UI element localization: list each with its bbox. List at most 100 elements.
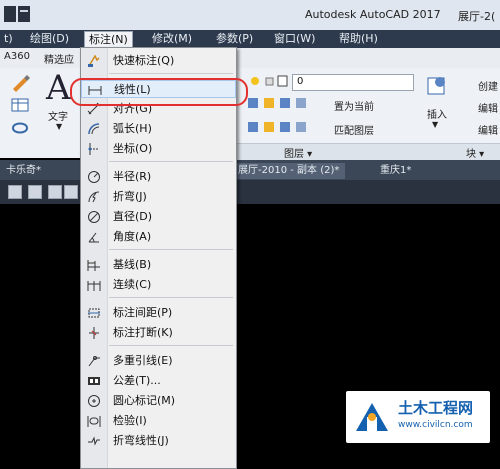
insert-block-icon[interactable]	[426, 74, 448, 98]
menu-item-jogged-linear[interactable]: 折弯线性(J)	[81, 432, 236, 450]
layer-combo[interactable]: 0	[292, 74, 414, 91]
menu-separator	[109, 161, 233, 162]
layer-combo-value: 0	[297, 76, 304, 87]
menu-separator	[109, 73, 233, 74]
viewport-tool-icon[interactable]	[28, 185, 42, 199]
menu-item-label: 公差(T)...	[113, 374, 161, 387]
viewport-tool-icon[interactable]	[48, 185, 62, 199]
menu-item-label: 标注打断(K)	[113, 326, 173, 339]
menu-item-radius[interactable]: 半径(R)	[81, 168, 236, 186]
ribbon-tab-bar: A360 精选应	[0, 48, 500, 69]
text-tool-label[interactable]: 文字	[48, 108, 68, 123]
menu-item-draw[interactable]: 绘图(D)	[26, 32, 73, 46]
block-edit-attr-button[interactable]: 编辑	[478, 122, 498, 137]
block-edit-button[interactable]: 编辑	[478, 100, 498, 115]
table-icon[interactable]	[10, 97, 30, 113]
menu-item-angular[interactable]: 角度(A)	[81, 228, 236, 246]
text-big-icon[interactable]: A	[46, 68, 71, 108]
menu-item-label: 连续(C)	[113, 278, 152, 291]
menu-item-modify[interactable]: 修改(M)	[148, 32, 196, 46]
pencil-icon[interactable]	[10, 72, 30, 92]
baseline-icon	[87, 260, 100, 271]
menu-item-dimension-break[interactable]: 标注打断(K)	[81, 324, 236, 342]
menu-item-label: 标注间距(P)	[113, 306, 173, 319]
quick-access-button[interactable]	[4, 6, 16, 22]
menu-item-arc-length[interactable]: 弧长(H)	[81, 120, 236, 138]
menu-item-label: 坐标(O)	[113, 142, 153, 155]
menu-item-baseline[interactable]: 基线(B)	[81, 256, 236, 274]
menu-item-jogged[interactable]: 折弯(J)	[81, 188, 236, 206]
menu-item-label: 多重引线(E)	[113, 354, 173, 367]
multileader-icon	[88, 356, 100, 367]
menu-item-tools[interactable]: t)	[0, 32, 17, 46]
tolerance-icon	[88, 377, 100, 385]
dimension-menu: 快速标注(Q) 线性(L) 对齐(G) 弧长(H) 坐标(O) 半径(R) 折弯…	[80, 47, 237, 469]
menu-item-quick-dimension[interactable]: 快速标注(Q)	[81, 52, 236, 70]
layer-tools-row1-icons[interactable]	[246, 96, 310, 110]
quick-access-dropdown-icon[interactable]	[18, 6, 30, 22]
menu-item-label: 圆心标记(M)	[113, 394, 176, 407]
radius-icon	[88, 171, 100, 183]
menu-item-ordinate[interactable]: 坐标(O)	[81, 140, 236, 158]
dimension-space-icon	[88, 308, 100, 318]
menu-item-label: 检验(I)	[113, 414, 147, 427]
menu-separator	[109, 345, 233, 346]
center-mark-icon	[88, 395, 100, 407]
menu-item-window[interactable]: 窗口(W)	[270, 32, 319, 46]
block-create-button[interactable]: 创建	[478, 78, 498, 93]
viewport-toolbar	[0, 180, 500, 204]
doc-tab-active[interactable]: 展厅-2010 - 副本 (2)*	[232, 163, 346, 179]
menu-item-help[interactable]: 帮助(H)	[335, 32, 382, 46]
document-tab-bar: 卡乐奇* 展厅-2010 - 副本 (2)* 重庆1*	[0, 160, 500, 180]
set-current-layer-button[interactable]: 置为当前	[334, 98, 374, 113]
block-panel-title[interactable]: 块 ▾	[466, 145, 484, 160]
menu-item-label: 折弯线性(J)	[113, 434, 169, 447]
angular-icon	[88, 232, 99, 243]
doc-tab[interactable]: 卡乐奇*	[0, 163, 47, 179]
menu-item-label: 折弯(J)	[113, 190, 147, 203]
menu-item-continue[interactable]: 连续(C)	[81, 276, 236, 294]
menu-item-label: 直径(D)	[113, 210, 153, 223]
chevron-down-icon[interactable]: ▼	[56, 122, 62, 131]
continue-icon	[87, 281, 101, 291]
app-title: Autodesk AutoCAD 2017	[305, 8, 441, 21]
inspection-icon	[87, 416, 101, 427]
layer-state-icon[interactable]	[10, 118, 30, 136]
highlight-ring	[70, 78, 248, 106]
menu-item-tolerance[interactable]: 公差(T)...	[81, 372, 236, 390]
menu-item-diameter[interactable]: 直径(D)	[81, 208, 236, 226]
menu-item-inspection[interactable]: 检验(I)	[81, 412, 236, 430]
viewport-tool-icon[interactable]	[8, 185, 22, 199]
watermark-title: 土木工程网	[398, 399, 474, 417]
tab-featured[interactable]: 精选应	[44, 51, 74, 66]
arc-length-icon	[88, 123, 100, 135]
jogged-linear-icon	[88, 436, 100, 446]
jogged-icon	[88, 191, 100, 203]
menu-item-multileader[interactable]: 多重引线(E)	[81, 352, 236, 370]
insert-chevron-icon[interactable]: ▼	[432, 120, 438, 129]
menu-item-label: 快速标注(Q)	[113, 54, 175, 67]
insert-button[interactable]: 插入	[427, 106, 447, 121]
tab-a360[interactable]: A360	[4, 51, 30, 62]
menu-item-label: 半径(R)	[113, 170, 152, 183]
menu-item-parameters[interactable]: 参数(P)	[212, 32, 257, 46]
layer-state-icons[interactable]	[248, 74, 288, 88]
menu-bar: t) 绘图(D) 标注(N) 修改(M) 参数(P) 窗口(W) 帮助(H)	[0, 30, 500, 49]
menu-item-label: 弧长(H)	[113, 122, 152, 135]
menu-item-label: 角度(A)	[113, 230, 152, 243]
layer-panel-title[interactable]: 图层 ▾	[284, 145, 312, 160]
match-layer-button[interactable]: 匹配图层	[334, 122, 374, 137]
doc-tab[interactable]: 重庆1*	[374, 163, 417, 179]
ribbon-panel-title-bar	[236, 143, 500, 160]
menu-item-center-mark[interactable]: 圆心标记(M)	[81, 392, 236, 410]
menu-item-dimension-space[interactable]: 标注间距(P)	[81, 304, 236, 322]
document-title: 展厅-2(	[458, 10, 496, 23]
layer-tools-row2-icons[interactable]	[246, 120, 310, 134]
menu-separator	[109, 297, 233, 298]
quick-dimension-icon	[88, 54, 100, 67]
dimension-break-icon	[89, 327, 99, 339]
watermark-url: www.civilcn.com	[398, 420, 473, 430]
viewport-tool-icon[interactable]	[64, 185, 78, 199]
diameter-icon	[88, 211, 100, 223]
ordinate-icon	[88, 143, 99, 155]
